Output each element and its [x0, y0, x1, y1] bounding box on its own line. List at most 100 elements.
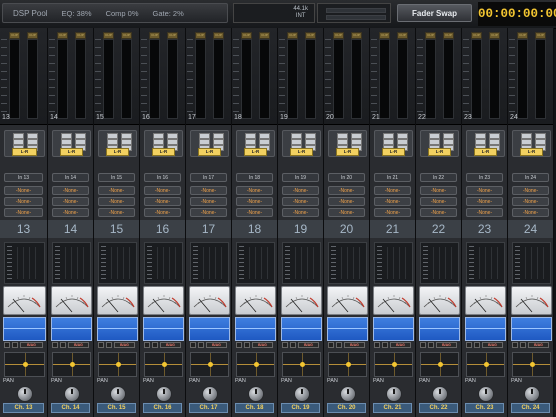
insert-slot-2[interactable]: -None- — [236, 197, 273, 206]
insert-slot-1[interactable]: -None- — [52, 186, 89, 195]
xy-pad[interactable] — [52, 352, 91, 377]
clip-indicator-left[interactable]: CLIP — [57, 32, 68, 39]
clip-indicator-right[interactable]: CLIP — [213, 32, 224, 39]
insert-slot-2[interactable]: -None- — [98, 197, 135, 206]
input-selector[interactable]: In 21 — [374, 173, 411, 182]
pan-knob[interactable] — [201, 386, 218, 402]
bag-button[interactable]: B/AG — [206, 342, 227, 348]
eq-curve-display[interactable] — [51, 317, 92, 341]
clip-indicator-right[interactable]: CLIP — [489, 32, 500, 39]
clip-indicator-right[interactable]: CLIP — [305, 32, 316, 39]
bag-button[interactable]: B/AG — [528, 342, 549, 348]
output-route-button[interactable]: L-R — [474, 148, 497, 156]
xy-pad[interactable] — [282, 352, 321, 377]
pan-knob[interactable] — [293, 386, 310, 402]
insert-slot-1[interactable]: -None- — [512, 186, 549, 195]
insert-slot-3[interactable]: -None- — [466, 208, 503, 217]
pan-knob[interactable] — [247, 386, 264, 402]
dynamics-display[interactable] — [282, 242, 321, 284]
dynamics-display[interactable] — [420, 242, 459, 284]
clip-indicator-right[interactable]: CLIP — [121, 32, 132, 39]
channel-name-label[interactable]: Ch. 24 — [511, 403, 550, 413]
output-route-button[interactable]: L-R — [106, 148, 129, 156]
bag-button[interactable]: B/AG — [20, 342, 43, 348]
flag-button-2[interactable] — [290, 342, 296, 348]
insert-slot-2[interactable]: -None- — [190, 197, 227, 206]
pan-knob[interactable] — [339, 386, 356, 402]
insert-slot-3[interactable]: -None- — [512, 208, 549, 217]
insert-slot-1[interactable]: -None- — [328, 186, 365, 195]
dynamics-display[interactable] — [512, 242, 551, 284]
flag-button-1[interactable] — [374, 342, 380, 348]
flag-button-1[interactable] — [190, 342, 196, 348]
clip-indicator-left[interactable]: CLIP — [103, 32, 114, 39]
flag-button-1[interactable] — [282, 342, 288, 348]
clip-indicator-left[interactable]: CLIP — [241, 32, 252, 39]
channel-name-label[interactable]: Ch. 14 — [51, 403, 90, 413]
insert-slot-2[interactable]: -None- — [328, 197, 365, 206]
xy-pad-handle[interactable] — [207, 362, 213, 367]
bag-button[interactable]: B/AG — [114, 342, 135, 348]
insert-slot-3[interactable]: -None- — [4, 208, 43, 217]
flag-button-1[interactable] — [420, 342, 426, 348]
flag-button-2[interactable] — [12, 342, 18, 348]
dynamics-display[interactable] — [466, 242, 505, 284]
dynamics-display[interactable] — [236, 242, 275, 284]
input-selector[interactable]: In 22 — [420, 173, 457, 182]
insert-slot-2[interactable]: -None- — [4, 197, 43, 206]
channel-name-label[interactable]: Ch. 13 — [3, 403, 44, 413]
eq-curve-display[interactable] — [189, 317, 230, 341]
bag-button[interactable]: B/AG — [252, 342, 273, 348]
insert-slot-2[interactable]: -None- — [374, 197, 411, 206]
flag-button-1[interactable] — [466, 342, 472, 348]
input-selector[interactable]: In 16 — [144, 173, 181, 182]
bag-button[interactable]: B/AG — [390, 342, 411, 348]
clip-indicator-left[interactable]: CLIP — [425, 32, 436, 39]
clip-indicator-right[interactable]: CLIP — [443, 32, 454, 39]
flag-button-2[interactable] — [520, 342, 526, 348]
flag-button-2[interactable] — [336, 342, 342, 348]
pan-knob[interactable] — [155, 386, 172, 402]
insert-slot-1[interactable]: -None- — [374, 186, 411, 195]
input-selector[interactable]: In 15 — [98, 173, 135, 182]
xy-pad-handle[interactable] — [483, 362, 489, 367]
input-selector[interactable]: In 23 — [466, 173, 503, 182]
clip-indicator-left[interactable]: CLIP — [333, 32, 344, 39]
input-selector[interactable]: In 17 — [190, 173, 227, 182]
dynamics-display[interactable] — [328, 242, 367, 284]
insert-slot-2[interactable]: -None- — [144, 197, 181, 206]
channel-name-label[interactable]: Ch. 20 — [327, 403, 366, 413]
clip-indicator-left[interactable]: CLIP — [471, 32, 482, 39]
eq-curve-display[interactable] — [143, 317, 184, 341]
pan-knob[interactable] — [63, 386, 80, 402]
channel-name-label[interactable]: Ch. 16 — [143, 403, 182, 413]
clip-indicator-right[interactable]: CLIP — [27, 32, 38, 39]
flag-button-2[interactable] — [198, 342, 204, 348]
insert-slot-3[interactable]: -None- — [374, 208, 411, 217]
bag-button[interactable]: B/AG — [68, 342, 89, 348]
output-route-button[interactable]: L-R — [520, 148, 543, 156]
output-route-button[interactable]: L-R — [428, 148, 451, 156]
flag-button-1[interactable] — [4, 342, 10, 348]
insert-slot-2[interactable]: -None- — [420, 197, 457, 206]
xy-pad-handle[interactable] — [69, 362, 75, 367]
input-selector[interactable]: In 20 — [328, 173, 365, 182]
bag-button[interactable]: B/AG — [436, 342, 457, 348]
xy-pad-handle[interactable] — [22, 362, 28, 367]
dynamics-display[interactable] — [374, 242, 413, 284]
flag-button-1[interactable] — [236, 342, 242, 348]
insert-slot-1[interactable]: -None- — [4, 186, 43, 195]
flag-button-2[interactable] — [244, 342, 250, 348]
output-route-button[interactable]: L-R — [60, 148, 83, 156]
clip-indicator-left[interactable]: CLIP — [9, 32, 20, 39]
flag-button-1[interactable] — [328, 342, 334, 348]
xy-pad-handle[interactable] — [115, 362, 121, 367]
insert-slot-1[interactable]: -None- — [236, 186, 273, 195]
insert-slot-3[interactable]: -None- — [144, 208, 181, 217]
flag-button-1[interactable] — [98, 342, 104, 348]
eq-curve-display[interactable] — [327, 317, 368, 341]
xy-pad-handle[interactable] — [437, 362, 443, 367]
clip-indicator-left[interactable]: CLIP — [517, 32, 528, 39]
xy-pad[interactable] — [236, 352, 275, 377]
clip-indicator-right[interactable]: CLIP — [259, 32, 270, 39]
